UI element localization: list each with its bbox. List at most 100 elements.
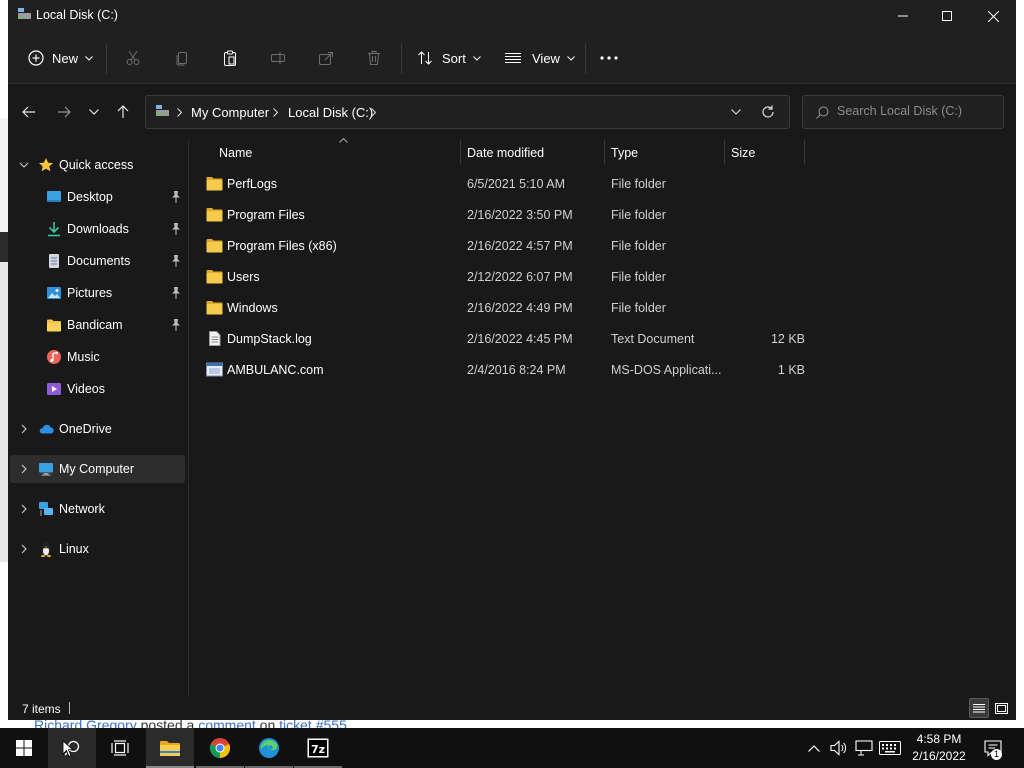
documents-icon xyxy=(49,254,59,268)
edge-taskbar-button[interactable] xyxy=(245,728,293,768)
sidebar-item-documents[interactable]: Documents xyxy=(10,247,185,275)
more-options-button[interactable] xyxy=(600,44,618,72)
view-button[interactable]: View xyxy=(505,44,575,72)
address-history-button[interactable] xyxy=(726,104,746,120)
7zip-taskbar-button[interactable]: 7z xyxy=(294,728,342,768)
up-button[interactable] xyxy=(112,100,134,124)
file-row[interactable]: Program Files (x86) 2/16/2022 4:57 PM Fi… xyxy=(194,231,814,262)
address-bar[interactable]: My Computer Local Disk (C:) xyxy=(145,95,790,129)
sidebar-item-desktop[interactable]: Desktop xyxy=(10,183,185,211)
chevron-right-icon[interactable] xyxy=(18,502,30,516)
maximize-button[interactable] xyxy=(924,0,970,32)
search-input[interactable] xyxy=(837,104,997,118)
column-header-name[interactable]: Name xyxy=(219,140,459,164)
copy-button[interactable] xyxy=(174,44,190,72)
pane-divider[interactable] xyxy=(188,140,189,696)
minimize-button[interactable] xyxy=(880,0,926,32)
file-row[interactable]: Users 2/12/2022 6:07 PM File folder xyxy=(194,262,814,293)
clock[interactable]: 4:58 PM 2/16/2022 xyxy=(900,731,978,765)
pin-icon[interactable] xyxy=(170,286,182,300)
search-box[interactable] xyxy=(802,95,1004,129)
sidebar-item-music[interactable]: Music xyxy=(10,343,185,371)
trash-icon xyxy=(368,51,380,65)
file-row[interactable]: Program Files 2/16/2022 3:50 PM File fol… xyxy=(194,200,814,231)
paste-button[interactable] xyxy=(222,44,238,72)
column-header-size[interactable]: Size xyxy=(731,140,803,164)
chevron-down-icon xyxy=(89,109,99,115)
computer-path-icon xyxy=(156,105,169,116)
new-button[interactable]: New xyxy=(28,44,93,72)
notifications-button[interactable]: 1 xyxy=(980,728,1006,768)
sidebar-item-label: Desktop xyxy=(67,190,113,204)
sidebar-item-label: Quick access xyxy=(59,158,134,172)
sidebar-item-label: Linux xyxy=(59,542,89,556)
column-header-date[interactable]: Date modified xyxy=(467,140,605,164)
column-resizer[interactable] xyxy=(604,140,605,164)
background-page-left xyxy=(0,0,8,728)
pin-icon[interactable] xyxy=(170,254,182,268)
refresh-button[interactable] xyxy=(758,103,778,121)
forward-button[interactable] xyxy=(53,100,75,124)
chevron-down-icon xyxy=(567,55,575,61)
pin-icon[interactable] xyxy=(170,190,182,204)
sidebar-item-label: Documents xyxy=(67,254,131,268)
column-header-type[interactable]: Type xyxy=(611,140,723,164)
file-explorer-window: Local Disk (C:) New Sort View My Compute… xyxy=(8,0,1016,720)
volume-button[interactable] xyxy=(828,728,850,768)
clock-date: 2/16/2022 xyxy=(912,749,966,763)
svg-text:7z: 7z xyxy=(311,743,325,756)
sidebar-item-bandicam[interactable]: Bandicam xyxy=(10,311,185,339)
file-type: File folder xyxy=(611,177,666,191)
sidebar-item-linux[interactable]: Linux xyxy=(10,535,185,563)
chevron-up-icon xyxy=(808,744,820,752)
file-row[interactable]: DumpStack.log 2/16/2022 4:45 PM Text Doc… xyxy=(194,324,814,355)
sidebar-item-network[interactable]: Network xyxy=(10,495,185,523)
sidebar-item-quick-access[interactable]: Quick access xyxy=(10,151,185,179)
cut-button[interactable] xyxy=(125,44,141,72)
videos-icon xyxy=(47,383,61,395)
chevron-right-icon[interactable] xyxy=(18,422,30,436)
sidebar-item-label: Bandicam xyxy=(67,318,123,332)
chevron-right-icon[interactable] xyxy=(18,542,30,556)
file-row[interactable]: Windows 2/16/2022 4:49 PM File folder xyxy=(194,293,814,324)
sidebar-item-label: My Computer xyxy=(59,462,135,476)
breadcrumb-my-computer[interactable]: My Computer xyxy=(191,105,269,120)
show-hidden-icons-button[interactable] xyxy=(804,728,824,768)
search-taskbar-button[interactable] xyxy=(48,728,96,768)
column-resizer[interactable] xyxy=(460,140,461,164)
rename-button[interactable] xyxy=(270,44,286,72)
chevron-down-icon[interactable] xyxy=(18,158,30,172)
network-status-button[interactable] xyxy=(853,728,875,768)
column-resizer[interactable] xyxy=(804,140,805,164)
file-row[interactable]: PerfLogs 6/5/2021 5:10 AM File folder xyxy=(194,169,814,200)
view-lines-icon xyxy=(505,53,521,63)
chrome-taskbar-button[interactable] xyxy=(196,728,244,768)
title-bar[interactable]: Local Disk (C:) xyxy=(8,0,1016,32)
delete-button[interactable] xyxy=(366,44,382,72)
file-type: File folder xyxy=(611,208,666,222)
task-view-button[interactable] xyxy=(96,728,144,768)
sidebar-item-videos[interactable]: Videos xyxy=(10,375,185,403)
chevron-down-icon xyxy=(731,109,741,115)
tiles-view-button[interactable] xyxy=(991,698,1011,718)
sort-button[interactable]: Sort xyxy=(417,44,481,72)
pin-icon[interactable] xyxy=(170,222,182,236)
breadcrumb-local-disk[interactable]: Local Disk (C:) xyxy=(288,105,373,120)
downloads-icon xyxy=(48,222,60,237)
sidebar-item-pictures[interactable]: Pictures xyxy=(10,279,185,307)
chevron-right-icon[interactable] xyxy=(18,462,30,476)
pin-icon[interactable] xyxy=(170,318,182,332)
sidebar-item-onedrive[interactable]: OneDrive xyxy=(10,415,185,443)
file-explorer-taskbar-button[interactable] xyxy=(146,728,194,768)
column-resizer[interactable] xyxy=(724,140,725,164)
share-button[interactable] xyxy=(318,44,334,72)
navigation-pane: Quick access Desktop Downloads Documents… xyxy=(8,140,188,696)
start-button[interactable] xyxy=(0,728,48,768)
back-button[interactable] xyxy=(18,100,40,124)
file-row[interactable]: AMBULANC.com 2/4/2016 8:24 PM MS-DOS App… xyxy=(194,355,814,386)
sidebar-item-my-computer[interactable]: My Computer xyxy=(10,455,185,483)
close-button[interactable] xyxy=(970,0,1016,32)
sidebar-item-downloads[interactable]: Downloads xyxy=(10,215,185,243)
details-view-button[interactable] xyxy=(969,698,989,718)
recent-locations-button[interactable] xyxy=(83,100,105,124)
